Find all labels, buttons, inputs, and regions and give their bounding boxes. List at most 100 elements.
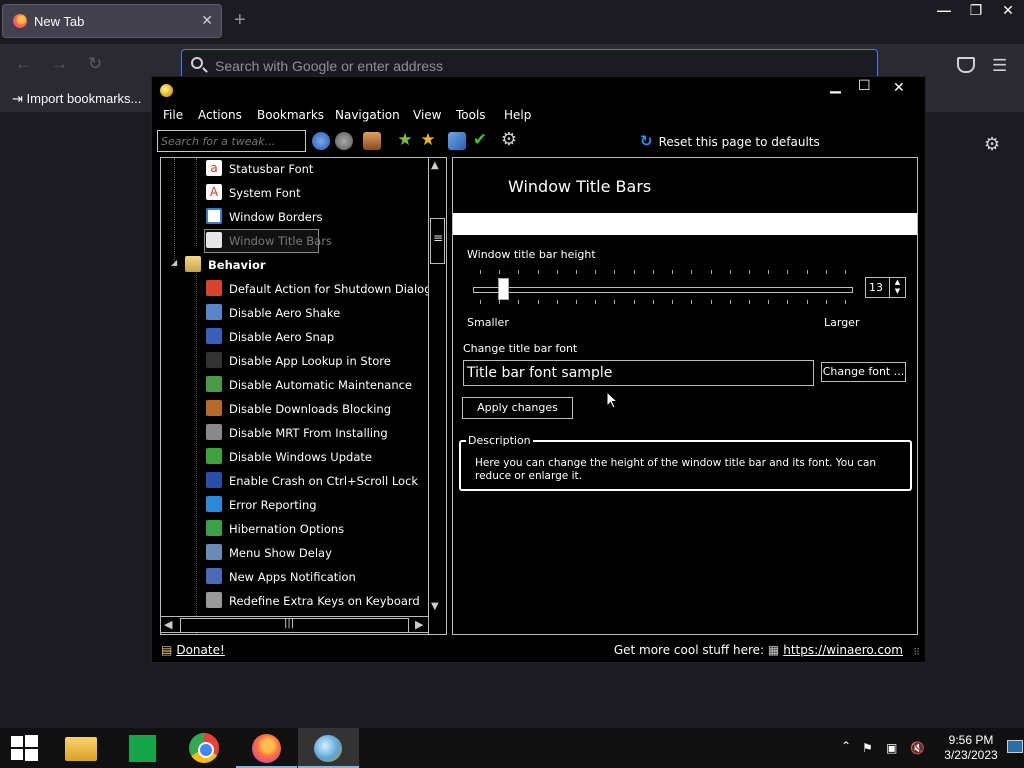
volume-muted-icon[interactable]: 🔇: [910, 741, 925, 755]
menu-view[interactable]: View: [413, 108, 441, 122]
slider-tick: [825, 300, 827, 304]
tree-horizontal-scrollbar[interactable]: ◀ ||| ▶: [160, 616, 429, 633]
tree-line: [196, 270, 197, 634]
tree-vertical-scrollbar[interactable]: ▲ ≡ ▼: [428, 158, 446, 634]
forward-icon[interactable]: →: [51, 54, 68, 74]
spin-down-icon[interactable]: ▼: [895, 287, 900, 295]
menu-help[interactable]: Help: [504, 108, 531, 122]
taskbar-file-explorer[interactable]: [51, 728, 112, 768]
back-icon[interactable]: ←: [15, 54, 32, 74]
pocket-icon[interactable]: [957, 57, 975, 73]
slider-tick: [518, 300, 520, 304]
reload-icon[interactable]: ↻: [88, 54, 102, 74]
bookmarks-icon[interactable]: ★: [419, 131, 437, 149]
menu-bookmarks[interactable]: Bookmarks: [257, 108, 324, 122]
slider-tick: [595, 300, 597, 304]
expander-icon[interactable]: ◢: [171, 258, 177, 267]
scroll-down-icon[interactable]: ▼: [431, 601, 439, 612]
newtab-settings-gear-icon[interactable]: ⚙: [984, 134, 1000, 155]
slider-tick: [518, 270, 520, 274]
tree-item-label: Default Action for Shutdown Dialog: [229, 282, 432, 296]
donate-link[interactable]: ▤ Donate!: [161, 643, 225, 657]
slider-tick: [845, 270, 846, 274]
forward-icon[interactable]: [335, 132, 353, 150]
panel-divider-strip: [453, 213, 917, 235]
notifications-icon[interactable]: [1007, 740, 1023, 753]
notification-icon: [206, 568, 222, 584]
winaero-logo-icon: [160, 84, 173, 97]
change-font-button[interactable]: Change font ...: [821, 362, 906, 382]
taskbar-clock[interactable]: 9:56 PM 3/23/2023: [933, 733, 1009, 763]
scroll-thumb[interactable]: |||: [180, 618, 409, 633]
slider-tick: [480, 270, 481, 274]
windows-logo-icon: [11, 736, 23, 747]
height-slider[interactable]: [473, 287, 853, 293]
back-icon[interactable]: [312, 132, 330, 150]
apply-changes-button[interactable]: Apply changes: [462, 397, 573, 419]
winaero-link[interactable]: https://winaero.com: [783, 643, 903, 657]
resize-grip-icon[interactable]: ⠿: [913, 648, 920, 658]
donate-icon: ▤: [161, 643, 173, 657]
slider-tick: [672, 300, 674, 304]
folder-icon: [185, 256, 201, 272]
new-tab-button[interactable]: +: [234, 10, 246, 30]
scroll-up-icon[interactable]: ▲: [431, 160, 439, 171]
winaero-close-button[interactable]: ✕: [893, 80, 905, 96]
export-icon[interactable]: [448, 132, 466, 150]
tab-title: New Tab: [34, 14, 85, 29]
menu-tools[interactable]: Tools: [456, 108, 486, 122]
winaero-tweaker-window: ▁ ☐ ✕ File Actions Bookmarks Navigation …: [151, 76, 926, 663]
taskbar-microsoft-store[interactable]: [112, 728, 173, 768]
settings-gear-icon[interactable]: ⚙: [500, 130, 518, 150]
hamburger-menu-icon[interactable]: ☰: [992, 56, 1007, 76]
scroll-right-icon[interactable]: ▶: [415, 618, 423, 631]
font-sample-box: Title bar font sample: [463, 360, 814, 386]
windows-logo-pane: [11, 749, 23, 760]
slider-tick: [691, 270, 693, 274]
start-button[interactable]: [0, 728, 48, 768]
browser-minimize-button[interactable]: —: [928, 0, 960, 20]
font-label: Change title bar font: [463, 342, 578, 355]
taskbar-chrome[interactable]: [174, 728, 235, 768]
import-bookmarks-button[interactable]: ⇥ Import bookmarks...: [12, 91, 141, 107]
height-value[interactable]: 13: [869, 281, 883, 294]
scroll-thumb[interactable]: ≡: [430, 218, 445, 264]
tree-item-label: Disable App Lookup in Store: [229, 354, 391, 368]
shake-icon: [206, 304, 222, 320]
menu-file[interactable]: File: [163, 108, 183, 122]
network-icon[interactable]: ▣: [886, 741, 897, 755]
tree-line: [196, 158, 197, 246]
apply-icon[interactable]: ✔: [471, 131, 489, 149]
home-icon[interactable]: [363, 132, 381, 150]
taskbar-winaero-tweaker[interactable]: [298, 728, 359, 768]
action-center-flag-icon[interactable]: ⚑: [862, 741, 873, 755]
downloads-icon: [206, 400, 222, 416]
flag-icon: [206, 496, 222, 512]
scroll-left-icon[interactable]: ◀: [164, 618, 172, 631]
tweak-search-input[interactable]: [157, 130, 306, 152]
slider-tick: [537, 270, 539, 274]
tree-item-label: Disable Aero Snap: [229, 330, 335, 344]
scroll-grip-icon: ≡: [433, 231, 444, 245]
slider-tick: [806, 300, 808, 304]
browser-restore-button[interactable]: ❐: [960, 0, 992, 20]
winaero-titlebar: ▁ ☐ ✕: [152, 77, 925, 103]
add-bookmark-icon[interactable]: ★: [396, 131, 414, 149]
tweak-tree[interactable]: a Statusbar Font A System Font Window Bo…: [160, 157, 447, 635]
spin-up-icon[interactable]: ▲: [895, 278, 900, 286]
slider-tick: [748, 300, 750, 304]
tab-close-icon[interactable]: ✕: [201, 12, 213, 29]
winaero-maximize-button[interactable]: ☐: [858, 78, 871, 94]
url-placeholder[interactable]: Search with Google or enter address: [215, 58, 443, 74]
browser-close-button[interactable]: ✕: [992, 0, 1024, 20]
taskbar-firefox[interactable]: [236, 728, 297, 768]
menu-actions[interactable]: Actions: [198, 108, 242, 122]
browser-tab[interactable]: New Tab ✕: [2, 4, 222, 38]
tray-chevron-icon[interactable]: ⌃: [841, 739, 851, 753]
winaero-minimize-button[interactable]: ▁: [830, 78, 841, 94]
height-slider-thumb[interactable]: [498, 278, 510, 300]
reset-page-button[interactable]: ↻ Reset this page to defaults: [640, 132, 820, 150]
spinner-arrows[interactable]: ▲ ▼: [889, 278, 905, 297]
height-spinner[interactable]: 13 ▲ ▼: [865, 277, 906, 298]
menu-navigation[interactable]: Navigation: [335, 108, 400, 122]
